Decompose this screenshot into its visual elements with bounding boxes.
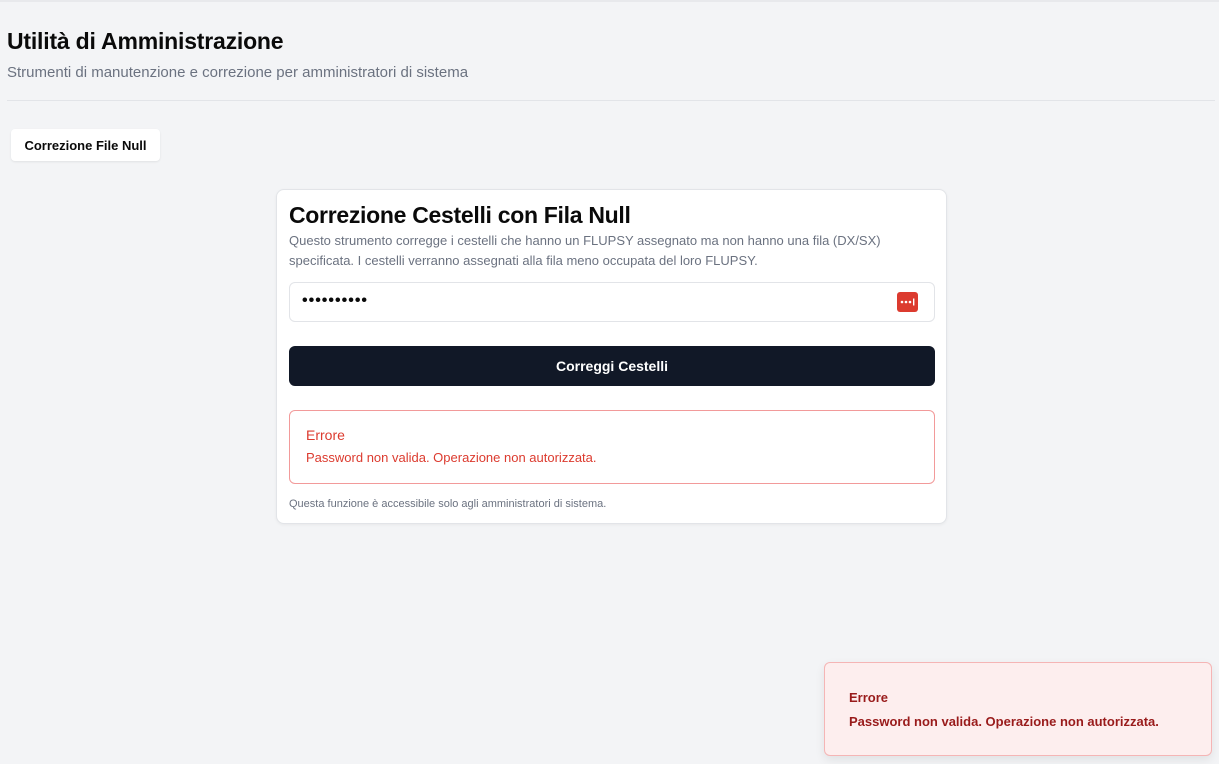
error-alert-title: Errore: [306, 427, 345, 443]
toast-title: Errore: [849, 690, 889, 705]
toast-message: Password non valida. Operazione non auto…: [849, 714, 1159, 729]
password-manager-glyph: [900, 298, 915, 306]
top-edge: [0, 0, 1219, 2]
password-value[interactable]: ••••••••••: [302, 292, 368, 310]
tab-correzione-file-null[interactable]: Correzione File Null: [11, 129, 160, 161]
card-footnote: Questa funzione è accessibile solo agli …: [289, 498, 607, 510]
header-divider: [7, 100, 1215, 101]
error-alert-message: Password non valida. Operazione non auto…: [306, 450, 597, 465]
card-title: Correzione Cestelli con Fila Null: [289, 202, 631, 228]
card-description: Questo strumento corregge i cestelli che…: [289, 233, 881, 268]
error-alert: Errore Password non valida. Operazione n…: [289, 410, 935, 484]
error-toast[interactable]: Errore Password non valida. Operazione n…: [824, 662, 1212, 756]
page-title: Utilità di Amministrazione: [7, 28, 284, 54]
page-subtitle: Strumenti di manutenzione e correzione p…: [7, 64, 469, 81]
correggi-cestelli-button[interactable]: Correggi Cestelli: [289, 346, 935, 386]
fix-null-row-card: Correzione Cestelli con Fila Null Questo…: [276, 189, 947, 524]
admin-utilities-page: Utilità di Amministrazione Strumenti di …: [0, 0, 1219, 764]
password-field[interactable]: ••••••••••: [289, 282, 935, 322]
password-manager-icon[interactable]: [897, 292, 918, 312]
